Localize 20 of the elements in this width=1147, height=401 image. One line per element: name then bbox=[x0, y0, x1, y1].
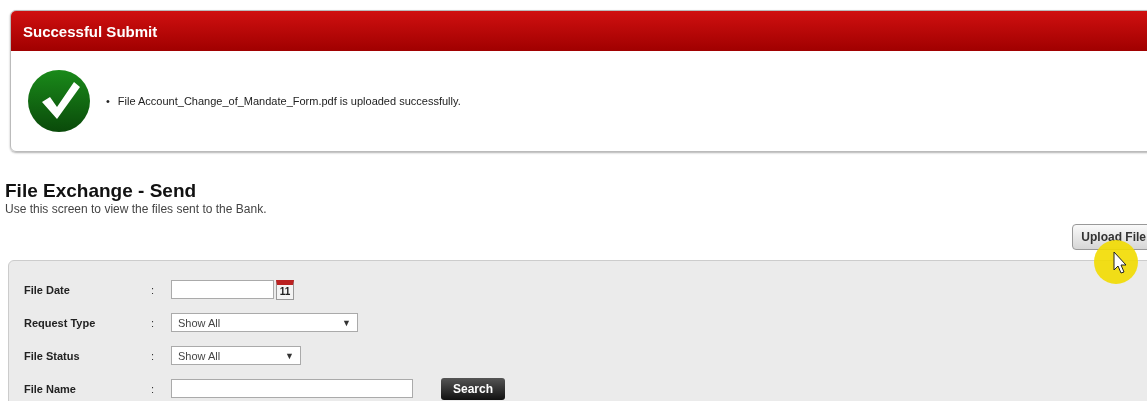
file-name-field[interactable] bbox=[171, 379, 413, 398]
field-label: Request Type bbox=[24, 316, 97, 329]
colon: : bbox=[151, 283, 156, 296]
bullet: • bbox=[106, 95, 110, 107]
field-label: File Date bbox=[24, 283, 71, 296]
search-button[interactable]: Search bbox=[441, 377, 506, 400]
alert-title: Successful Submit bbox=[11, 11, 1147, 51]
field-label: File Status bbox=[24, 349, 81, 362]
dropdown[interactable]: Show All ▼ bbox=[171, 313, 358, 332]
date-field[interactable] bbox=[171, 280, 274, 299]
page-subtitle: Use this screen to view the files sent to the Bank. bbox=[5, 202, 268, 216]
field-label: File Name bbox=[24, 382, 77, 395]
page-title: File Exchange - Send bbox=[5, 180, 198, 202]
alert-message: File Account_Change_of_Mandate_Form.pdf is uploaded successfully. bbox=[117, 95, 461, 107]
checkmark-icon bbox=[28, 70, 90, 132]
calendar-button[interactable]: 11 bbox=[276, 279, 294, 300]
colon: : bbox=[151, 349, 156, 362]
dropdown[interactable]: Show All ▼ bbox=[171, 346, 301, 365]
colon: : bbox=[151, 316, 156, 329]
colon: : bbox=[151, 382, 156, 395]
